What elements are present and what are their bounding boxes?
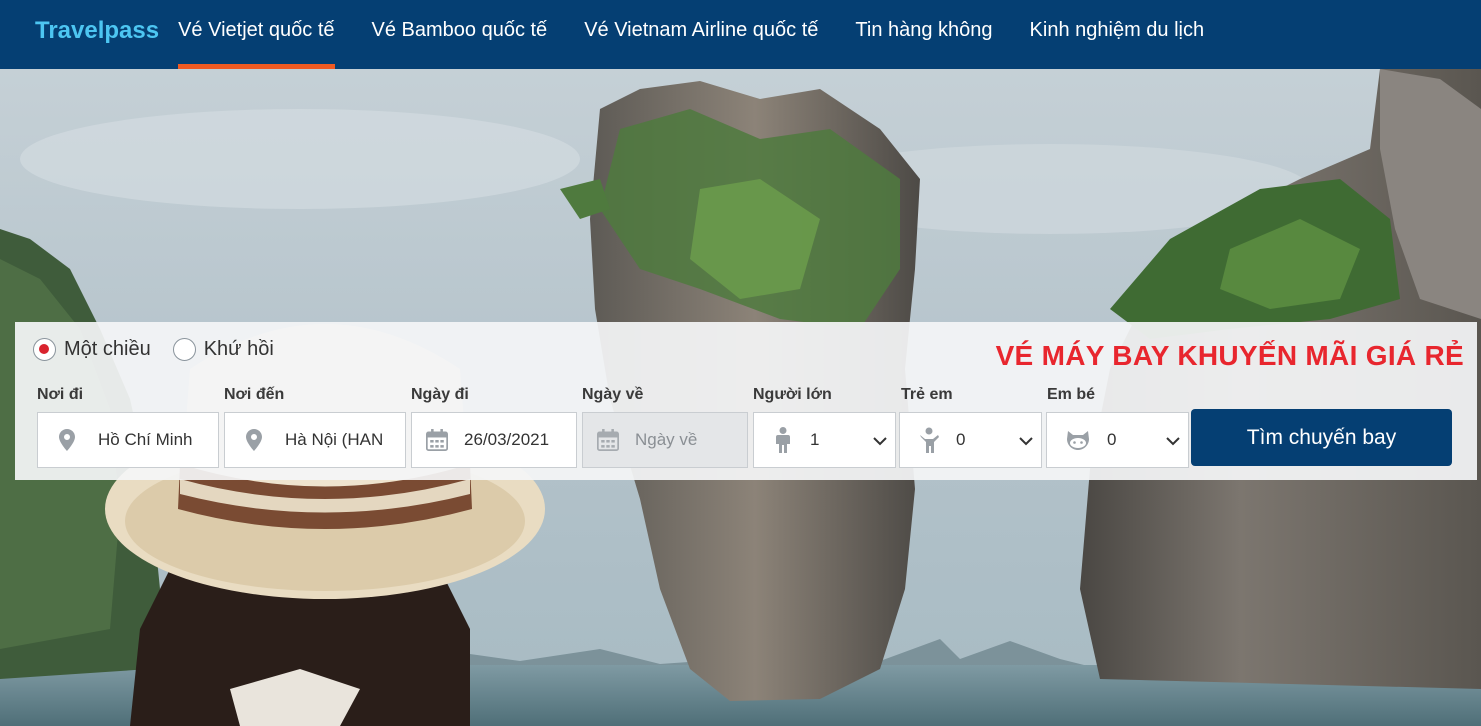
infants-label: Em bé bbox=[1047, 386, 1096, 403]
one-way-radio[interactable] bbox=[33, 338, 56, 361]
depart-date-label: Ngày đi bbox=[411, 386, 469, 403]
origin-label: Nơi đi bbox=[37, 386, 84, 403]
adults-value: 1 bbox=[810, 430, 820, 449]
origin-value: Hồ Chí Minh bbox=[98, 430, 193, 449]
trip-type-group: Một chiều Khứ hồi bbox=[33, 338, 296, 361]
infants-select[interactable]: 0 bbox=[1046, 412, 1189, 468]
nav-item-vietnam-airline[interactable]: Vé Vietnam Airline quốc tế bbox=[584, 0, 818, 69]
one-way-label: Một chiều bbox=[64, 338, 151, 360]
top-navbar: Travelpass Vé Vietjet quốc tế Vé Bamboo … bbox=[0, 0, 1481, 69]
calendar-icon bbox=[597, 427, 619, 453]
map-pin-icon bbox=[56, 427, 78, 453]
infants-value: 0 bbox=[1107, 430, 1117, 449]
chevron-down-icon bbox=[1019, 433, 1033, 451]
travelpass-logo[interactable]: Travelpass bbox=[35, 0, 159, 69]
destination-label: Nơi đến bbox=[224, 386, 285, 403]
return-date-placeholder: Ngày về bbox=[635, 430, 698, 449]
nav-item-aviation-news[interactable]: Tin hàng không bbox=[855, 0, 992, 69]
children-label: Trẻ em bbox=[901, 386, 953, 403]
adults-select[interactable]: 1 bbox=[753, 412, 896, 468]
round-trip-label: Khứ hồi bbox=[203, 338, 274, 360]
nav-item-bamboo[interactable]: Vé Bamboo quốc tế bbox=[372, 0, 548, 69]
adult-icon bbox=[772, 427, 794, 453]
adults-label: Người lớn bbox=[753, 386, 832, 403]
origin-field[interactable]: Hồ Chí Minh bbox=[37, 412, 219, 468]
child-icon bbox=[918, 427, 940, 453]
destination-field[interactable]: Hà Nội (HAN bbox=[224, 412, 406, 468]
flight-search-panel: Một chiều Khứ hồi VÉ MÁY BAY KHUYẾN MÃI … bbox=[15, 322, 1477, 480]
chevron-down-icon bbox=[1166, 433, 1180, 451]
search-flights-button[interactable]: Tìm chuyến bay bbox=[1191, 409, 1452, 466]
children-select[interactable]: 0 bbox=[899, 412, 1042, 468]
promo-title: VÉ MÁY BAY KHUYẾN MÃI GIÁ RẺ bbox=[995, 340, 1464, 371]
trip-type-one-way[interactable]: Một chiều bbox=[33, 338, 151, 361]
children-value: 0 bbox=[956, 430, 966, 449]
baby-icon bbox=[1065, 427, 1091, 453]
nav-item-travel-tips[interactable]: Kinh nghiệm du lịch bbox=[1030, 0, 1205, 69]
map-pin-icon bbox=[243, 427, 265, 453]
depart-date-field[interactable]: 26/03/2021 bbox=[411, 412, 577, 468]
depart-date-value: 26/03/2021 bbox=[464, 430, 550, 449]
round-trip-radio[interactable] bbox=[172, 338, 196, 361]
destination-value: Hà Nội (HAN bbox=[285, 430, 384, 449]
trip-type-round-trip[interactable]: Khứ hồi bbox=[172, 338, 274, 361]
chevron-down-icon bbox=[873, 433, 887, 451]
nav-item-vietjet[interactable]: Vé Vietjet quốc tế bbox=[178, 0, 335, 69]
return-date-field: Ngày về bbox=[582, 412, 748, 468]
return-date-label: Ngày về bbox=[582, 386, 644, 403]
calendar-icon bbox=[426, 427, 448, 453]
